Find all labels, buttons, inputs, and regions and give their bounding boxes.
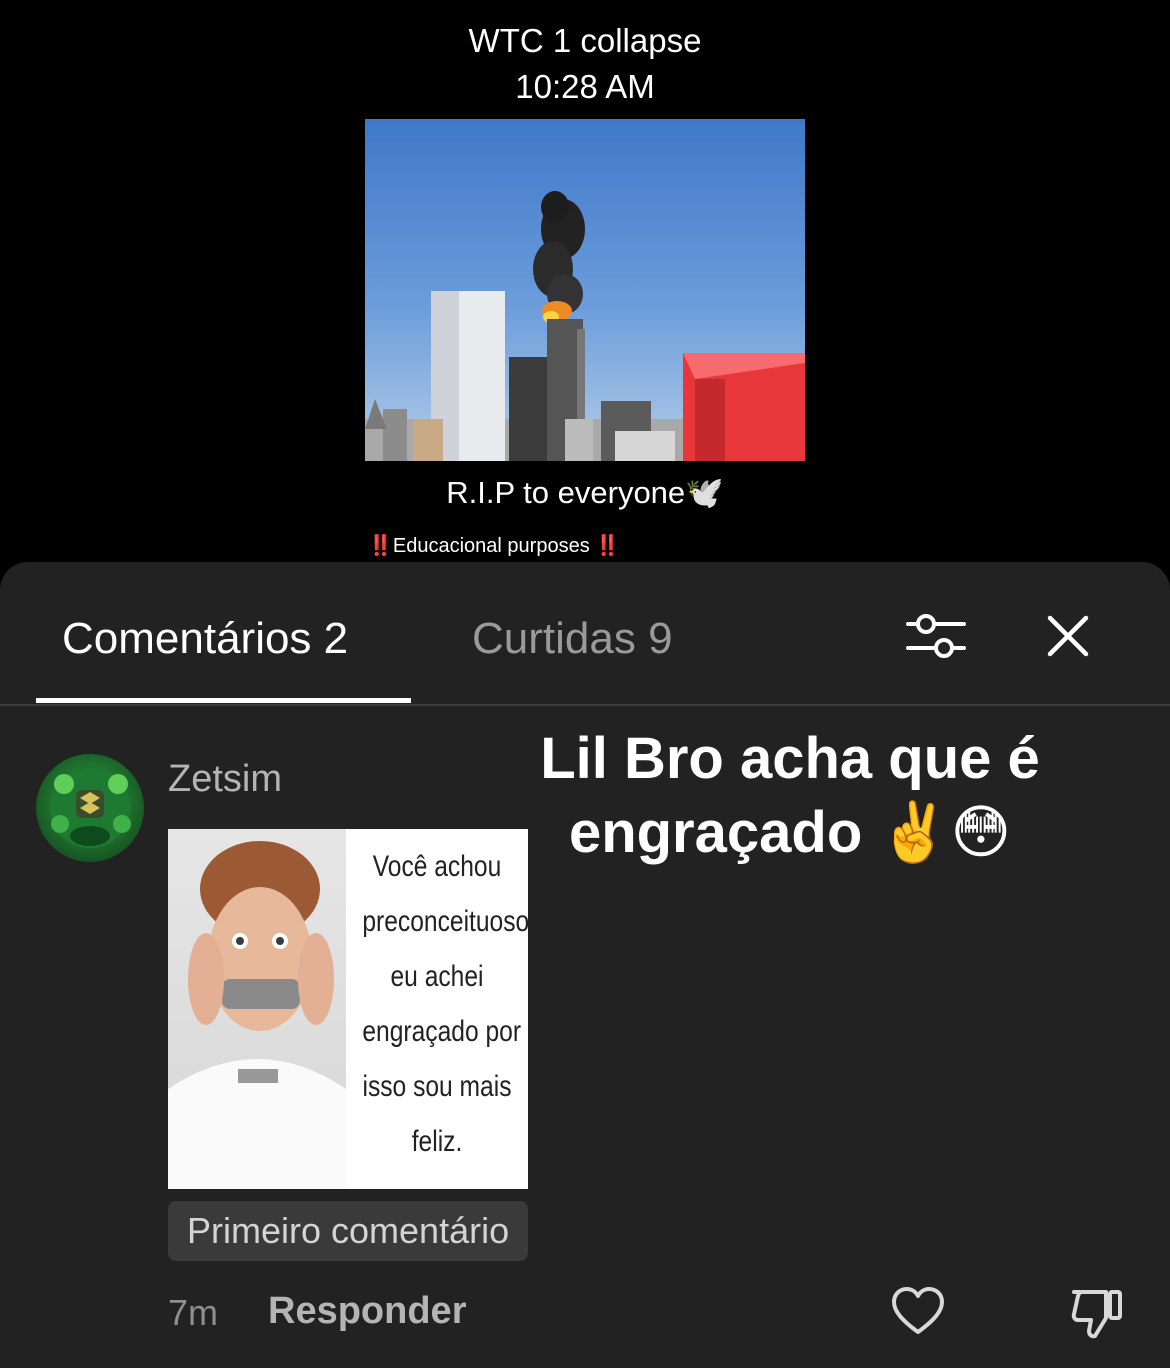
comments-sheet: Comentários 2 Curtidas 9 Lil Bro acha qu… (0, 562, 1170, 1368)
overlay-line-1: Lil Bro acha que é (540, 726, 1040, 791)
reply-button[interactable]: Responder (268, 1290, 466, 1333)
thumbs-down-icon (1071, 1290, 1122, 1339)
educational-text: Educacional purposes (392, 535, 596, 557)
meme-photo (168, 829, 346, 1189)
video-caption: R.I.P to everyone🕊️ (446, 475, 724, 510)
tab-indicator (36, 698, 411, 703)
filter-button[interactable] (904, 606, 968, 666)
video-area[interactable]: WTC 1 collapse 10:28 AM R.I.P to everyon… (0, 0, 1170, 580)
tab-likes[interactable]: Curtidas 9 (472, 614, 673, 664)
alert-icon: ‼️ (595, 535, 621, 557)
alert-icon: ‼️ (368, 535, 393, 557)
video-title: WTC 1 collapse (468, 22, 702, 59)
tower-scene-image (365, 119, 805, 461)
heart-icon (892, 1287, 944, 1334)
first-comment-badge: Primeiro comentário (168, 1201, 529, 1261)
avatar-image (50, 768, 131, 848)
avatar[interactable] (36, 754, 144, 862)
educational-note: ‼️Educacional purposes ‼️ (368, 533, 620, 558)
overlay-line-2: engraçado ✌️😳 (568, 800, 1012, 865)
like-button[interactable] (890, 1284, 946, 1340)
tab-comments[interactable]: Comentários 2 (62, 614, 348, 664)
sliders-icon (906, 614, 966, 658)
comment-timestamp: 7m (168, 1292, 219, 1333)
comment-username[interactable]: Zetsim (168, 758, 282, 801)
video-time: 10:28 AM (515, 68, 655, 105)
dislike-button[interactable] (1068, 1284, 1126, 1342)
divider (0, 704, 1170, 706)
close-button[interactable] (1042, 610, 1094, 662)
close-icon (1047, 615, 1089, 657)
comment-meme-image[interactable]: Você achou preconceituoso eu achei engra… (168, 829, 528, 1189)
overlay-caption: Lil Bro acha que é engraçado ✌️😳 (490, 722, 1090, 870)
meme-text: Você achou preconceituoso eu achei engra… (362, 850, 528, 1158)
